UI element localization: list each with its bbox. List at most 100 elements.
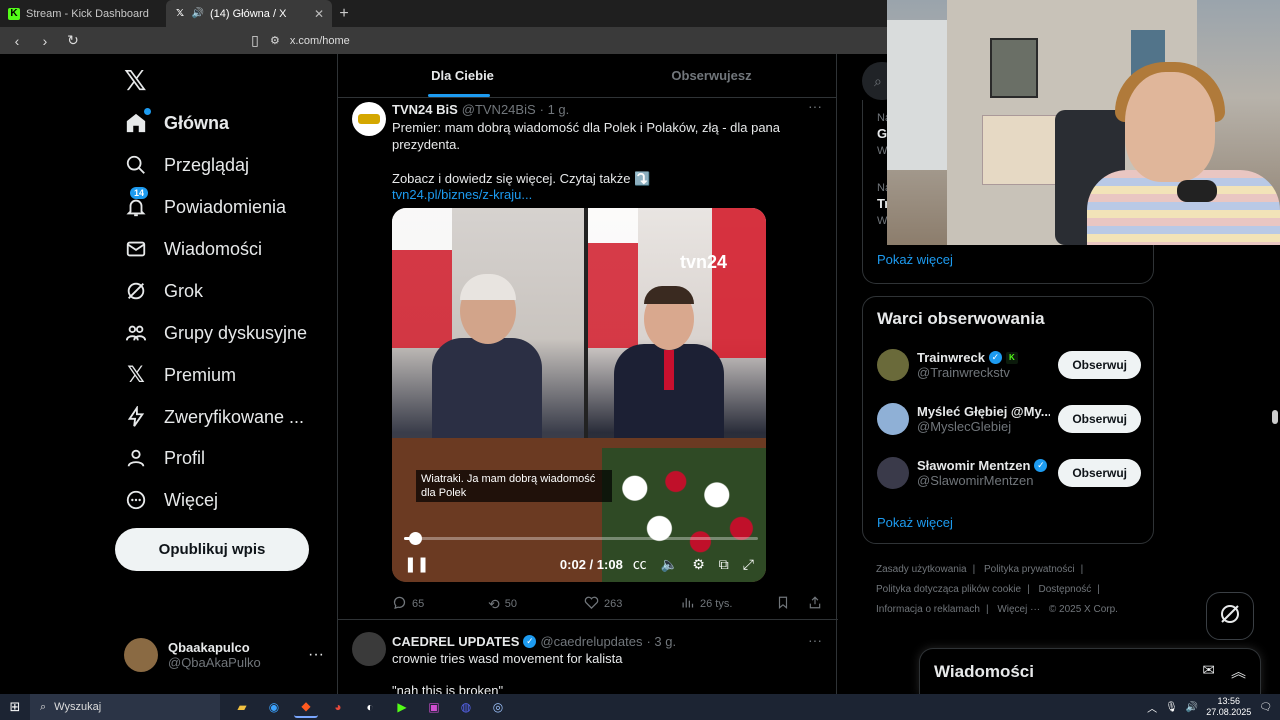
bookmark-icon[interactable] xyxy=(776,595,790,613)
tab-following[interactable]: Obserwujesz xyxy=(587,54,836,97)
like-button[interactable]: 263 xyxy=(584,595,680,613)
editor-app-icon[interactable]: ▣ xyxy=(422,696,446,718)
post-button[interactable]: Opublikuj wpis xyxy=(115,528,309,571)
sidebar-item-communities[interactable]: Grupy dyskusyjne xyxy=(124,318,307,348)
avatar[interactable] xyxy=(877,349,909,381)
notifications-icon[interactable]: 🗨 xyxy=(1259,702,1272,713)
fullscreen-icon[interactable]: ⤢ xyxy=(743,556,754,573)
more-dots-icon[interactable]: ··· xyxy=(808,632,822,648)
settings-gear-icon[interactable]: ⚙ xyxy=(692,556,705,573)
sidebar-item-profile[interactable]: Profil xyxy=(124,443,205,473)
x-logo-icon[interactable]: 𝕏 xyxy=(124,64,147,97)
footer-link[interactable]: Zasady użytkowania xyxy=(876,564,967,575)
share-icon[interactable] xyxy=(808,595,822,613)
sidebar-item-grok[interactable]: Grok xyxy=(124,276,203,306)
suggestion-name[interactable]: Myśleć Głębiej @My... xyxy=(917,404,1050,419)
pause-icon[interactable]: ❚❚ xyxy=(404,555,429,573)
edge-browser-icon[interactable]: ◉ xyxy=(262,696,286,718)
repost-button[interactable]: ⟲ 50 xyxy=(488,596,584,613)
reload-icon[interactable]: ↻ xyxy=(64,32,82,49)
forward-icon[interactable]: › xyxy=(36,33,54,49)
windows-start-icon[interactable]: ⊞ xyxy=(0,699,30,715)
follow-show-more-link[interactable]: Pokaż więcej xyxy=(877,515,953,530)
steam-icon[interactable]: ◎ xyxy=(486,696,510,718)
os-taskbar: ⊞ ⌕ Wyszukaj ▰ ◉ ◆ ◕ ◐ ▶ ▣ ◍ ◎ ︿ 🎙 🔊 13:… xyxy=(0,694,1280,720)
suggestion-name[interactable]: Trainwreck xyxy=(917,350,985,365)
tweet[interactable]: TVN24 BiS @TVN24BiS · 1 g. ··· Premier: … xyxy=(338,98,838,620)
grok-floating-button[interactable] xyxy=(1206,592,1254,640)
chrome-browser-icon[interactable]: ◕ xyxy=(326,696,350,718)
brave-browser-icon[interactable]: ◆ xyxy=(294,696,318,718)
close-icon[interactable]: ✕ xyxy=(314,7,324,21)
sidebar-item-verified-orgs[interactable]: Zweryfikowane ... xyxy=(124,402,304,432)
obs-icon[interactable]: ◐ xyxy=(358,696,382,718)
follow-button[interactable]: Obserwuj xyxy=(1058,351,1141,379)
discord-icon[interactable]: ◍ xyxy=(454,696,478,718)
tweet-time[interactable]: · 3 g. xyxy=(646,634,676,649)
tweet-author[interactable]: TVN24 BiS xyxy=(392,102,458,117)
sidebar-item-home[interactable]: Główna xyxy=(124,108,229,138)
file-explorer-icon[interactable]: ▰ xyxy=(230,696,254,718)
trends-show-more-link[interactable]: Pokaż więcej xyxy=(877,252,953,267)
avatar[interactable] xyxy=(877,403,909,435)
kick-app-icon[interactable]: ▶ xyxy=(390,696,414,718)
browser-tab-kick[interactable]: K Stream - Kick Dashboard xyxy=(0,0,166,27)
site-info-icon[interactable]: ⚙ xyxy=(270,34,280,47)
sidebar-item-explore[interactable]: Przeglądaj xyxy=(124,150,249,180)
sidebar-item-premium[interactable]: 𝕏 Premium xyxy=(124,360,236,390)
new-message-icon[interactable]: ✉ xyxy=(1202,661,1215,682)
speaker-icon[interactable]: 🔊 xyxy=(192,8,204,20)
grok-icon xyxy=(1218,602,1242,631)
footer-link[interactable]: Polityka prywatności xyxy=(984,564,1075,575)
footer-link[interactable]: Więcej ··· xyxy=(997,604,1040,615)
tweet-handle[interactable]: @caedrelupdates xyxy=(540,634,642,649)
avatar[interactable] xyxy=(352,102,386,136)
video-progress-handle[interactable] xyxy=(408,532,422,545)
sidebar-item-notifications[interactable]: 14 Powiadomienia xyxy=(124,187,286,222)
views-button[interactable]: 26 tys. xyxy=(680,595,776,613)
tweet-link[interactable]: tvn24.pl/biznes/z-kraju... xyxy=(392,187,822,202)
follow-button[interactable]: Obserwuj xyxy=(1058,405,1141,433)
footer-link[interactable]: Dostępność xyxy=(1038,584,1091,595)
more-dots-icon[interactable]: ··· xyxy=(808,98,822,114)
suggestion-name[interactable]: Sławomir Mentzen xyxy=(917,458,1030,473)
pip-icon[interactable]: ⧉ xyxy=(719,556,729,573)
chevron-up-icon[interactable]: ︽ xyxy=(1231,661,1246,682)
sidebar-item-messages[interactable]: Wiadomości xyxy=(124,234,262,264)
footer-link[interactable]: Informacja o reklamach xyxy=(876,604,980,615)
video-progress-bar[interactable] xyxy=(404,532,758,545)
microphone-icon[interactable]: 🎙 xyxy=(1165,702,1178,713)
speaker-icon[interactable]: 🔊 xyxy=(1186,702,1198,713)
browser-tab-x[interactable]: 𝕏 🔊 (14) Główna / X ✕ xyxy=(166,0,332,27)
sidebar-item-more[interactable]: Więcej xyxy=(124,485,218,515)
volume-icon[interactable]: 🔈 xyxy=(661,556,678,573)
avatar[interactable] xyxy=(877,457,909,489)
verified-badge-icon: ✓ xyxy=(1034,459,1048,472)
follow-suggestion[interactable]: Sławomir Mentzen ✓ @SlawomirMentzen Obse… xyxy=(877,453,1141,493)
follow-button[interactable]: Obserwuj xyxy=(1058,459,1141,487)
messages-drawer[interactable]: Wiadomości ✉ ︽ xyxy=(919,648,1261,694)
tweet[interactable]: CAEDREL UPDATES ✓ @caedrelupdates · 3 g.… xyxy=(338,620,838,694)
tweet-text: Premier: mam dobrą wiadomość dla Polek i… xyxy=(392,120,781,152)
avatar[interactable] xyxy=(352,632,386,666)
follow-suggestion[interactable]: Trainwreck ✓ K @Trainwreckstv Obserwuj xyxy=(877,345,1141,385)
account-switcher[interactable]: Qbaakapulco @QbaAkaPulko ··· xyxy=(124,638,324,672)
reply-button[interactable]: 65 xyxy=(392,595,488,613)
follow-suggestion[interactable]: Myśleć Głębiej @My... @MyslecGlebiej Obs… xyxy=(877,399,1141,439)
footer-link[interactable]: Polityka dotycząca plików cookie xyxy=(876,584,1021,595)
back-icon[interactable]: ‹ xyxy=(8,33,26,49)
tweet-author[interactable]: CAEDREL UPDATES xyxy=(392,634,519,649)
new-tab-button[interactable]: + xyxy=(332,5,356,23)
captions-icon[interactable]: ㏄ xyxy=(633,554,647,574)
suggestion-handle: @Trainwreckstv xyxy=(917,365,1010,380)
video-player[interactable]: tvn24 Wiatraki. Ja mam dobrą wiadomość d… xyxy=(392,208,766,582)
chevron-up-icon[interactable]: ︿ xyxy=(1147,700,1157,715)
page-scrollbar[interactable] xyxy=(1272,410,1278,424)
tweet-handle[interactable]: @TVN24BiS xyxy=(462,102,536,117)
taskbar-clock[interactable]: 13:56 27.08.2025 xyxy=(1206,696,1251,718)
taskbar-search-input[interactable]: ⌕ Wyszukaj xyxy=(30,694,220,720)
tab-for-you[interactable]: Dla Ciebie xyxy=(338,54,587,97)
bookmark-icon[interactable]: ▯ xyxy=(246,32,264,49)
url-field[interactable]: ⚙ x.com/home xyxy=(270,31,350,50)
tweet-time[interactable]: · 1 g. xyxy=(540,102,570,117)
